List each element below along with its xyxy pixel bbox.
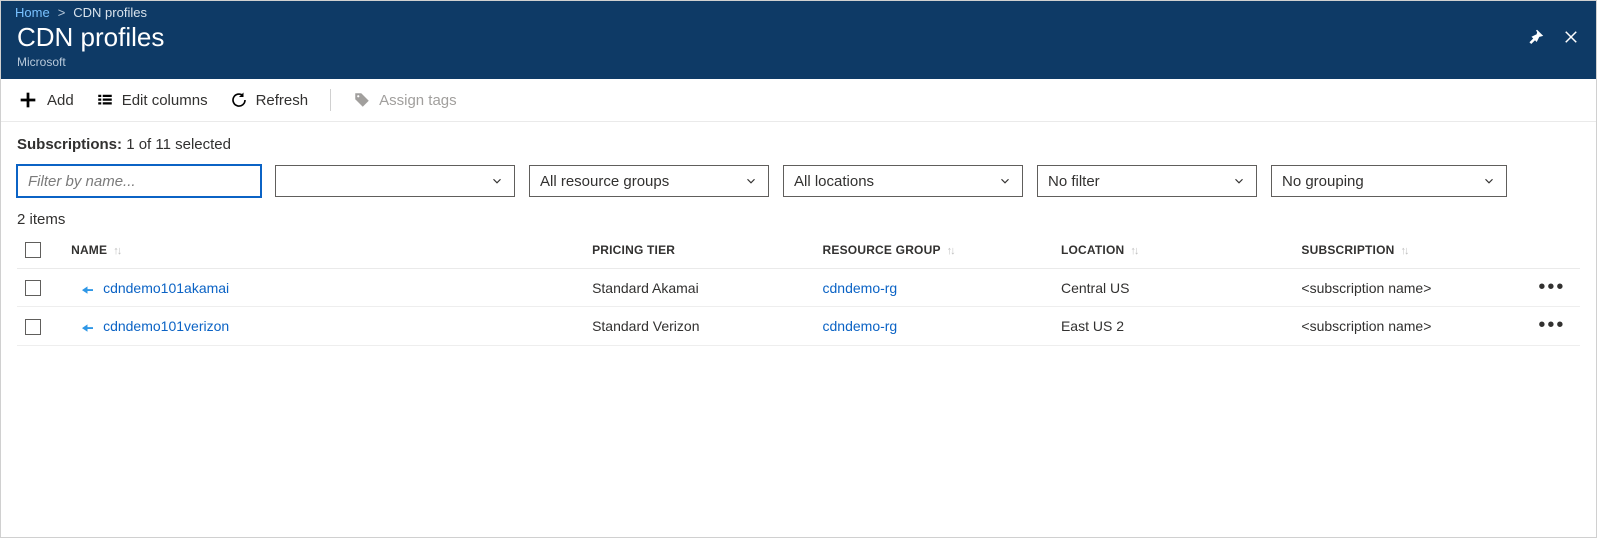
items-count: 2 items	[17, 211, 1580, 228]
location-cell: Central US	[1053, 269, 1293, 307]
grouping-dropdown[interactable]: No grouping	[1271, 165, 1507, 197]
title-bar-right	[1526, 22, 1580, 46]
page-title: CDN profiles	[17, 22, 164, 53]
select-all-checkbox[interactable]	[25, 242, 41, 258]
refresh-button[interactable]: Refresh	[230, 91, 309, 109]
cdn-icon	[71, 280, 93, 296]
page-root: Home > CDN profiles CDN profiles Microso…	[0, 0, 1597, 538]
row-checkbox[interactable]	[25, 319, 41, 335]
chevron-down-icon	[490, 174, 504, 188]
location-dropdown-label: All locations	[794, 173, 874, 190]
filter-dropdown-label: No filter	[1048, 173, 1100, 190]
select-all-header[interactable]	[17, 232, 63, 269]
subscription-dropdown-label: .	[286, 173, 290, 190]
chevron-down-icon	[1482, 174, 1496, 188]
cdn-icon	[71, 318, 93, 334]
actions-header	[1524, 232, 1580, 269]
subscriptions-label: Subscriptions:	[17, 136, 122, 153]
subscription-cell: <subscription name>	[1293, 269, 1523, 307]
assign-tags-button: Assign tags	[353, 91, 457, 109]
chevron-down-icon	[744, 174, 758, 188]
assign-tags-label: Assign tags	[379, 92, 457, 109]
sort-icon: ↑↓	[1401, 245, 1408, 257]
plus-icon	[17, 89, 39, 111]
table-row: cdndemo101verizon Standard Verizon cdnde…	[17, 307, 1580, 345]
breadcrumb-home-link[interactable]: Home	[15, 5, 50, 20]
name-header[interactable]: NAME↑↓	[63, 232, 584, 269]
table-row: cdndemo101akamai Standard Akamai cdndemo…	[17, 269, 1580, 307]
edit-columns-label: Edit columns	[122, 92, 208, 109]
profile-name-link[interactable]: cdndemo101akamai	[103, 280, 229, 296]
filter-dropdown[interactable]: No filter	[1037, 165, 1257, 197]
pricing-tier-cell: Standard Verizon	[584, 307, 814, 345]
resource-group-header[interactable]: RESOURCE GROUP↑↓	[815, 232, 1053, 269]
pricing-tier-header[interactable]: PRICING TIER	[584, 232, 814, 269]
sort-icon: ↑↓	[1130, 245, 1137, 257]
resource-group-dropdown[interactable]: All resource groups	[529, 165, 769, 197]
chevron-down-icon	[1232, 174, 1246, 188]
columns-icon	[96, 91, 114, 109]
subscription-dropdown[interactable]: .	[275, 165, 515, 197]
toolbar-separator	[330, 89, 331, 111]
filter-row: . All resource groups All locations No f…	[17, 165, 1580, 197]
location-header[interactable]: LOCATION↑↓	[1053, 232, 1293, 269]
refresh-icon	[230, 91, 248, 109]
add-button[interactable]: Add	[17, 89, 74, 111]
close-icon[interactable]	[1562, 28, 1580, 46]
add-label: Add	[47, 92, 74, 109]
refresh-label: Refresh	[256, 92, 309, 109]
toolbar: Add Edit columns Refresh Assign tags	[1, 79, 1596, 122]
sort-icon: ↑↓	[113, 245, 120, 257]
page-subtitle: Microsoft	[17, 55, 164, 69]
resource-group-link[interactable]: cdndemo-rg	[823, 318, 898, 334]
pricing-tier-cell: Standard Akamai	[584, 269, 814, 307]
title-bar-left: CDN profiles Microsoft	[17, 22, 164, 69]
location-cell: East US 2	[1053, 307, 1293, 345]
title-bar: CDN profiles Microsoft	[1, 22, 1596, 79]
breadcrumb-current: CDN profiles	[73, 5, 147, 20]
chevron-down-icon	[998, 174, 1012, 188]
subscription-header[interactable]: SUBSCRIPTION↑↓	[1293, 232, 1523, 269]
breadcrumb: Home > CDN profiles	[1, 1, 1596, 22]
row-checkbox[interactable]	[25, 280, 41, 296]
resource-group-link[interactable]: cdndemo-rg	[823, 280, 898, 296]
sort-icon: ↑↓	[947, 245, 954, 257]
breadcrumb-separator: >	[58, 5, 66, 20]
content: Subscriptions: 1 of 11 selected . All re…	[1, 122, 1596, 537]
filter-name-input[interactable]	[17, 165, 261, 197]
header: Home > CDN profiles CDN profiles Microso…	[1, 1, 1596, 79]
subscription-cell: <subscription name>	[1293, 307, 1523, 345]
profiles-table: NAME↑↓ PRICING TIER RESOURCE GROUP↑↓ LOC…	[17, 232, 1580, 346]
edit-columns-button[interactable]: Edit columns	[96, 91, 208, 109]
subscriptions-value: 1 of 11 selected	[126, 136, 231, 153]
grouping-dropdown-label: No grouping	[1282, 173, 1364, 190]
profile-name-link[interactable]: cdndemo101verizon	[103, 318, 229, 334]
table-header-row: NAME↑↓ PRICING TIER RESOURCE GROUP↑↓ LOC…	[17, 232, 1580, 269]
subscriptions-line: Subscriptions: 1 of 11 selected	[17, 136, 1580, 153]
tag-icon	[353, 91, 371, 109]
location-dropdown[interactable]: All locations	[783, 165, 1023, 197]
resource-group-dropdown-label: All resource groups	[540, 173, 669, 190]
pin-icon[interactable]	[1526, 28, 1544, 46]
